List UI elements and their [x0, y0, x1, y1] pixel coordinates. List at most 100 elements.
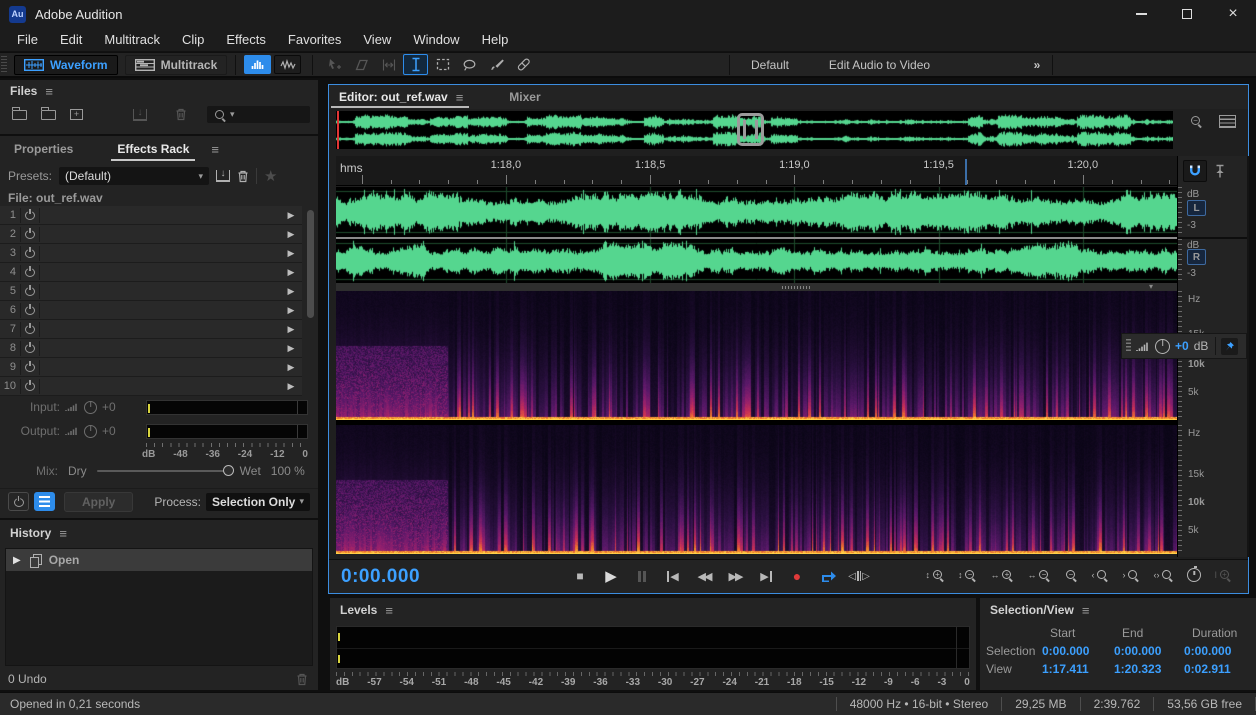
apply-button[interactable]: Apply [64, 492, 133, 512]
selection-duration-value[interactable]: 0:00.000 [1184, 644, 1252, 658]
zoom-out-horizontal-button[interactable]: ↔− [1027, 568, 1051, 582]
view-start-value[interactable]: 1:17.411 [1042, 662, 1114, 676]
effects-slot-arrow-icon[interactable]: ▶ [280, 305, 302, 316]
effects-slot-power-button[interactable] [20, 341, 40, 356]
channel-left-button[interactable]: L [1187, 200, 1206, 216]
tab-editor[interactable]: Editor: out_ref.wav ≡ [329, 85, 471, 109]
output-gain-knob[interactable] [84, 425, 97, 438]
effects-slot-arrow-icon[interactable]: ▶ [280, 362, 302, 373]
effects-slot-arrow-icon[interactable]: ▶ [280, 229, 302, 240]
rack-list-toggle-button[interactable] [34, 492, 55, 511]
view-end-value[interactable]: 1:20.323 [1114, 662, 1184, 676]
wave-spectral-splitter[interactable] [336, 283, 1177, 291]
selection-end-value[interactable]: 0:00.000 [1114, 644, 1184, 658]
collapse-scale-icon[interactable]: ▾ [1149, 282, 1153, 291]
loop-playback-button[interactable] [817, 566, 839, 586]
effects-slot-power-button[interactable] [20, 379, 40, 394]
minimize-button[interactable] [1118, 0, 1164, 28]
files-search-input[interactable]: ▾ [207, 106, 310, 123]
effects-slot-power-button[interactable] [20, 284, 40, 299]
files-panel-menu-icon[interactable]: ≡ [45, 84, 53, 99]
selection-view-menu-icon[interactable]: ≡ [1082, 603, 1090, 618]
close-button[interactable]: × [1210, 0, 1256, 28]
hud-grip-icon[interactable] [1126, 339, 1131, 353]
play-button[interactable]: ▶ [600, 566, 622, 586]
workspace-default[interactable]: Default [733, 58, 807, 72]
freq-scale-right[interactable]: Hz 15k 10k 5k [1178, 425, 1248, 554]
tab-properties[interactable]: Properties [0, 136, 87, 162]
menu-item[interactable]: Effects [215, 32, 277, 47]
multitrack-mode-button[interactable]: Multitrack [125, 55, 228, 75]
move-tool[interactable] [322, 54, 347, 75]
overview-navigator[interactable] [336, 111, 1173, 149]
zoom-out-full-button[interactable]: − [1064, 568, 1078, 582]
waveform-mode-button[interactable]: Waveform [14, 55, 118, 75]
tab-effects-rack[interactable]: Effects Rack [103, 136, 203, 162]
workspace-overflow-chevrons-icon[interactable]: » [1022, 58, 1052, 72]
gain-hud[interactable]: +0 dB [1121, 333, 1247, 359]
waveform-left-channel[interactable] [336, 187, 1177, 237]
marquee-selection-tool[interactable] [430, 54, 455, 75]
effects-slot-power-button[interactable] [20, 360, 40, 375]
history-entry-open[interactable]: ▶ Open [6, 549, 312, 571]
zoom-in-at-out-point-button[interactable]: › [1122, 568, 1140, 582]
timeline-ruler[interactable]: hms 1:18,01:18,51:19,01:19,51:20,0 [336, 156, 1177, 186]
effects-slot-power-button[interactable] [20, 246, 40, 261]
toolbar-grip[interactable] [1, 56, 7, 74]
stop-button[interactable]: ■ [569, 566, 591, 586]
hud-gain-value[interactable]: +0 [1175, 339, 1189, 353]
selection-start-value[interactable]: 0:00.000 [1042, 644, 1114, 658]
view-duration-value[interactable]: 0:02.911 [1184, 662, 1252, 676]
workspace-edit-audio-to-video[interactable]: Edit Audio to Video [812, 58, 947, 72]
spot-healing-brush-tool[interactable] [511, 54, 536, 75]
menu-item[interactable]: Window [402, 32, 470, 47]
effects-slot-power-button[interactable] [20, 227, 40, 242]
menu-item[interactable]: Favorites [277, 32, 352, 47]
history-panel-menu-icon[interactable]: ≡ [59, 526, 67, 541]
zoom-in-horizontal-button[interactable]: ↔+ [990, 568, 1014, 582]
editor-panel-menu-icon[interactable]: ≡ [456, 90, 464, 105]
maximize-button[interactable] [1164, 0, 1210, 28]
mix-slider-knob[interactable] [223, 465, 234, 476]
input-gain-knob[interactable] [84, 401, 97, 414]
skip-selection-button[interactable]: ◁▷ [848, 566, 870, 586]
paintbrush-selection-tool[interactable] [484, 54, 509, 75]
playhead-time-display[interactable]: 0:00.000 [341, 566, 420, 588]
overview-playhead[interactable] [337, 111, 339, 149]
effects-slot-power-button[interactable] [20, 322, 40, 337]
save-preset-icon[interactable]: ↓ [216, 170, 230, 182]
menu-item[interactable]: Help [471, 32, 520, 47]
scrollbar-thumb[interactable] [307, 210, 314, 318]
zoom-in-at-in-point-button[interactable]: ‹ [1091, 568, 1109, 582]
ruler-unit-label[interactable]: hms [340, 161, 363, 175]
menu-item[interactable]: File [6, 32, 49, 47]
menu-item[interactable]: Multitrack [93, 32, 171, 47]
delete-preset-trash-icon[interactable] [237, 170, 249, 183]
zoom-to-selection-button[interactable]: ‹› [1153, 568, 1174, 582]
time-stretch-tool[interactable] [376, 54, 401, 75]
record-button[interactable]: ● [786, 566, 808, 586]
import-file-icon[interactable] [41, 110, 56, 120]
skip-to-start-button[interactable]: ◀ [662, 566, 684, 586]
menu-item[interactable]: Edit [49, 32, 93, 47]
hud-pin-button[interactable] [1221, 338, 1238, 355]
open-file-icon[interactable] [12, 110, 27, 120]
levels-panel-menu-icon[interactable]: ≡ [385, 603, 393, 618]
effects-slot-power-button[interactable] [20, 208, 40, 223]
zoom-out-vertical-button[interactable]: ↕− [958, 568, 978, 582]
show-waveform-toggle[interactable] [274, 55, 301, 74]
process-dropdown[interactable]: Selection Only ▾ [206, 493, 310, 511]
effects-slot-arrow-icon[interactable]: ▶ [280, 286, 302, 297]
zoom-full-icon[interactable]: − [1189, 114, 1203, 128]
tab-mixer[interactable]: Mixer [495, 90, 554, 104]
pause-button[interactable] [631, 566, 653, 586]
db-scale-left[interactable]: dB -∞ -3 L [1178, 187, 1248, 237]
splitter-handle-icon[interactable] [782, 286, 810, 289]
spectrogram-right-channel[interactable] [336, 425, 1177, 554]
fast-forward-button[interactable]: ▶▶ [724, 566, 746, 586]
effects-slot-arrow-icon[interactable]: ▶ [280, 248, 302, 259]
timed-record-button[interactable] [1187, 568, 1201, 582]
marker-pin-icon[interactable] [1214, 164, 1226, 179]
effects-slot-arrow-icon[interactable]: ▶ [280, 343, 302, 354]
levels-meter[interactable] [336, 626, 970, 669]
